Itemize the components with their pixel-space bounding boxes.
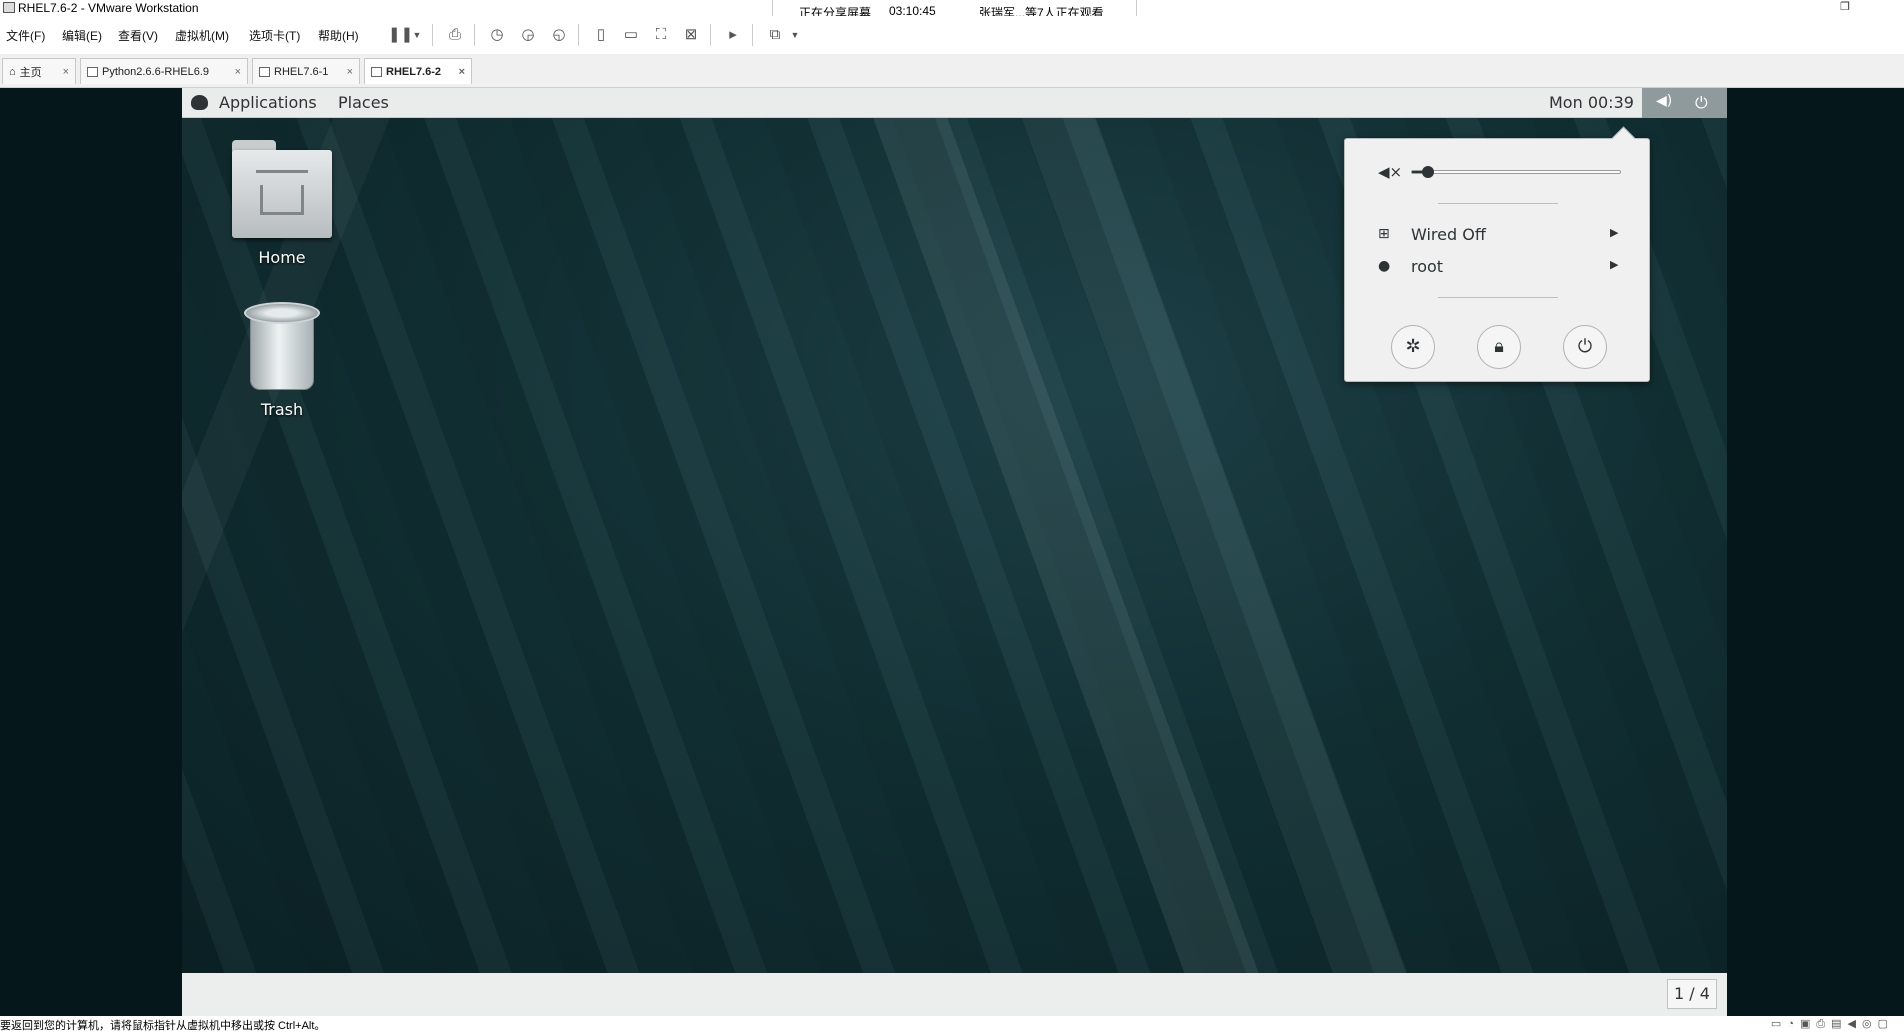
user-icon: ●	[1378, 258, 1391, 274]
vmware-app-icon	[3, 2, 15, 13]
snapshot-icon[interactable]: ◷	[488, 26, 506, 44]
tab-rhel76-2[interactable]: RHEL7.6-2 ×	[364, 58, 472, 84]
toolbar-divider	[710, 24, 711, 46]
revert-snapshot-icon[interactable]: ◶	[519, 26, 537, 44]
status-message: 要返回到您的计算机，请将鼠标指针从虚拟机中移出或按 Ctrl+Alt。	[0, 1020, 326, 1032]
view-dropdown-icon[interactable]: ▼	[786, 26, 804, 44]
snapshot-manager-icon[interactable]: ◵	[550, 26, 568, 44]
volume-icon: ◀)	[1656, 93, 1673, 109]
tab-label: RHEL7.6-1	[274, 65, 329, 78]
power-off-button[interactable]: ⏻	[1563, 325, 1607, 369]
sidebar-icon[interactable]: ▯	[592, 26, 610, 44]
pause-icon[interactable]: ❚❚	[388, 26, 413, 44]
workspace-indicator[interactable]: 1 / 4	[1667, 979, 1717, 1009]
menu-view[interactable]: 查看(V)	[118, 27, 158, 44]
volume-slider[interactable]	[1411, 166, 1621, 178]
vmware-window: RHEL7.6-2 - VMware Workstation ❐ 正在分享屏幕 …	[0, 0, 1904, 1032]
volume-knob[interactable]	[1422, 166, 1434, 178]
send-ctrl-alt-del-icon[interactable]: ⎙	[446, 26, 464, 44]
tab-label: Python2.6.6-RHEL6.9	[102, 65, 210, 78]
guest-screen[interactable]: Applications Places Mon 00:39 ◀) ⏻ Home …	[182, 88, 1727, 1016]
menu-help[interactable]: 帮助(H)	[318, 27, 359, 44]
network-wired-icon: ⊞	[1378, 226, 1390, 242]
user-item[interactable]: ● root ▶	[1345, 251, 1651, 283]
menu-tabs[interactable]: 选项卡(T)	[249, 27, 300, 44]
user-label: root	[1411, 257, 1444, 276]
gnome-top-bar: Applications Places Mon 00:39 ◀) ⏻	[182, 88, 1727, 118]
lock-button[interactable]: 🔒︎	[1477, 325, 1521, 369]
home-folder-icon	[232, 140, 332, 240]
toolbar-divider	[578, 24, 579, 46]
power-icon: ⏻	[1695, 93, 1708, 112]
view-icon[interactable]: ⧉	[766, 26, 784, 44]
menu-file[interactable]: 文件(F)	[6, 27, 45, 44]
system-status-area[interactable]: ◀) ⏻	[1642, 88, 1727, 118]
toolbar-divider	[474, 24, 475, 46]
vm-display[interactable]: Applications Places Mon 00:39 ◀) ⏻ Home …	[0, 88, 1904, 1016]
network-item[interactable]: ⊞ Wired Off ▶	[1345, 219, 1651, 251]
trash-icon	[244, 302, 320, 394]
applications-menu[interactable]: Applications	[219, 93, 317, 112]
network-label: Wired Off	[1411, 225, 1486, 244]
console-icon[interactable]: ▸	[724, 26, 742, 44]
home-tab-icon: ⌂	[9, 65, 16, 78]
tab-home[interactable]: ⌂ 主页 ×	[2, 58, 76, 84]
system-menu: ◀× ⊞ Wired Off ▶ ● root ▶ ✲ 🔒︎ ⏻	[1344, 138, 1650, 382]
thumbnail-icon[interactable]: ▭	[622, 26, 640, 44]
separator	[1438, 297, 1558, 298]
window-title: RHEL7.6-2 - VMware Workstation	[18, 1, 199, 15]
tab-label: 主页	[19, 66, 42, 79]
toolbar-divider	[432, 24, 433, 46]
vm-tab-icon	[87, 66, 98, 77]
menu-bar: 文件(F) 编辑(E) 查看(V) 虚拟机(M) 选项卡(T) 帮助(H) ❚❚…	[0, 16, 1904, 54]
toolbar-divider	[752, 24, 753, 46]
tab-python-rhel69[interactable]: Python2.6.6-RHEL6.9 ×	[80, 58, 248, 84]
dropdown-icon[interactable]: ▼	[408, 26, 426, 44]
places-menu[interactable]: Places	[338, 93, 389, 112]
clock[interactable]: Mon 00:39	[1549, 93, 1634, 112]
vm-tab-icon	[259, 66, 270, 77]
power-icon: ⏻	[1577, 336, 1593, 357]
trash-label: Trash	[260, 400, 304, 419]
tab-label: RHEL7.6-2	[386, 65, 442, 78]
close-icon[interactable]: ×	[451, 66, 465, 78]
unity-icon[interactable]: ⊠	[682, 26, 700, 44]
gnome-bottom-bar: 1 / 4	[182, 973, 1727, 1016]
menu-vm[interactable]: 虚拟机(M)	[175, 27, 229, 44]
settings-icon: ✲	[1405, 336, 1421, 357]
separator	[1438, 203, 1558, 204]
tab-rhel76-1[interactable]: RHEL7.6-1 ×	[252, 58, 360, 84]
tab-bar: ⌂ 主页 × Python2.6.6-RHEL6.9 × RHEL7.6-1 ×…	[0, 54, 1904, 88]
trash-desktop-icon[interactable]: Trash	[222, 302, 342, 419]
volume-muted-icon: ◀×	[1378, 163, 1403, 181]
submenu-arrow-icon: ▶	[1610, 226, 1619, 239]
status-bar: 要返回到您的计算机，请将鼠标指针从虚拟机中移出或按 Ctrl+Alt。 ▭◔▣⎙…	[0, 1016, 1904, 1032]
vm-tab-icon	[371, 66, 382, 77]
home-label: Home	[258, 248, 306, 267]
fullscreen-icon[interactable]: ⛶	[652, 26, 670, 44]
gnome-foot-icon	[191, 95, 208, 110]
submenu-arrow-icon: ▶	[1610, 258, 1619, 271]
restore-window-icon[interactable]: ❐	[1836, 0, 1854, 14]
home-desktop-icon[interactable]: Home	[222, 140, 342, 267]
settings-button[interactable]: ✲	[1391, 325, 1435, 369]
menu-edit[interactable]: 编辑(E)	[62, 27, 102, 44]
close-icon[interactable]: ×	[55, 66, 69, 78]
device-status-icons[interactable]: ▭◔▣⎙▤◀◎▢	[1771, 1017, 1894, 1031]
lock-icon: 🔒︎	[1494, 336, 1504, 357]
close-icon[interactable]: ×	[339, 66, 353, 78]
close-icon[interactable]: ×	[227, 66, 241, 78]
